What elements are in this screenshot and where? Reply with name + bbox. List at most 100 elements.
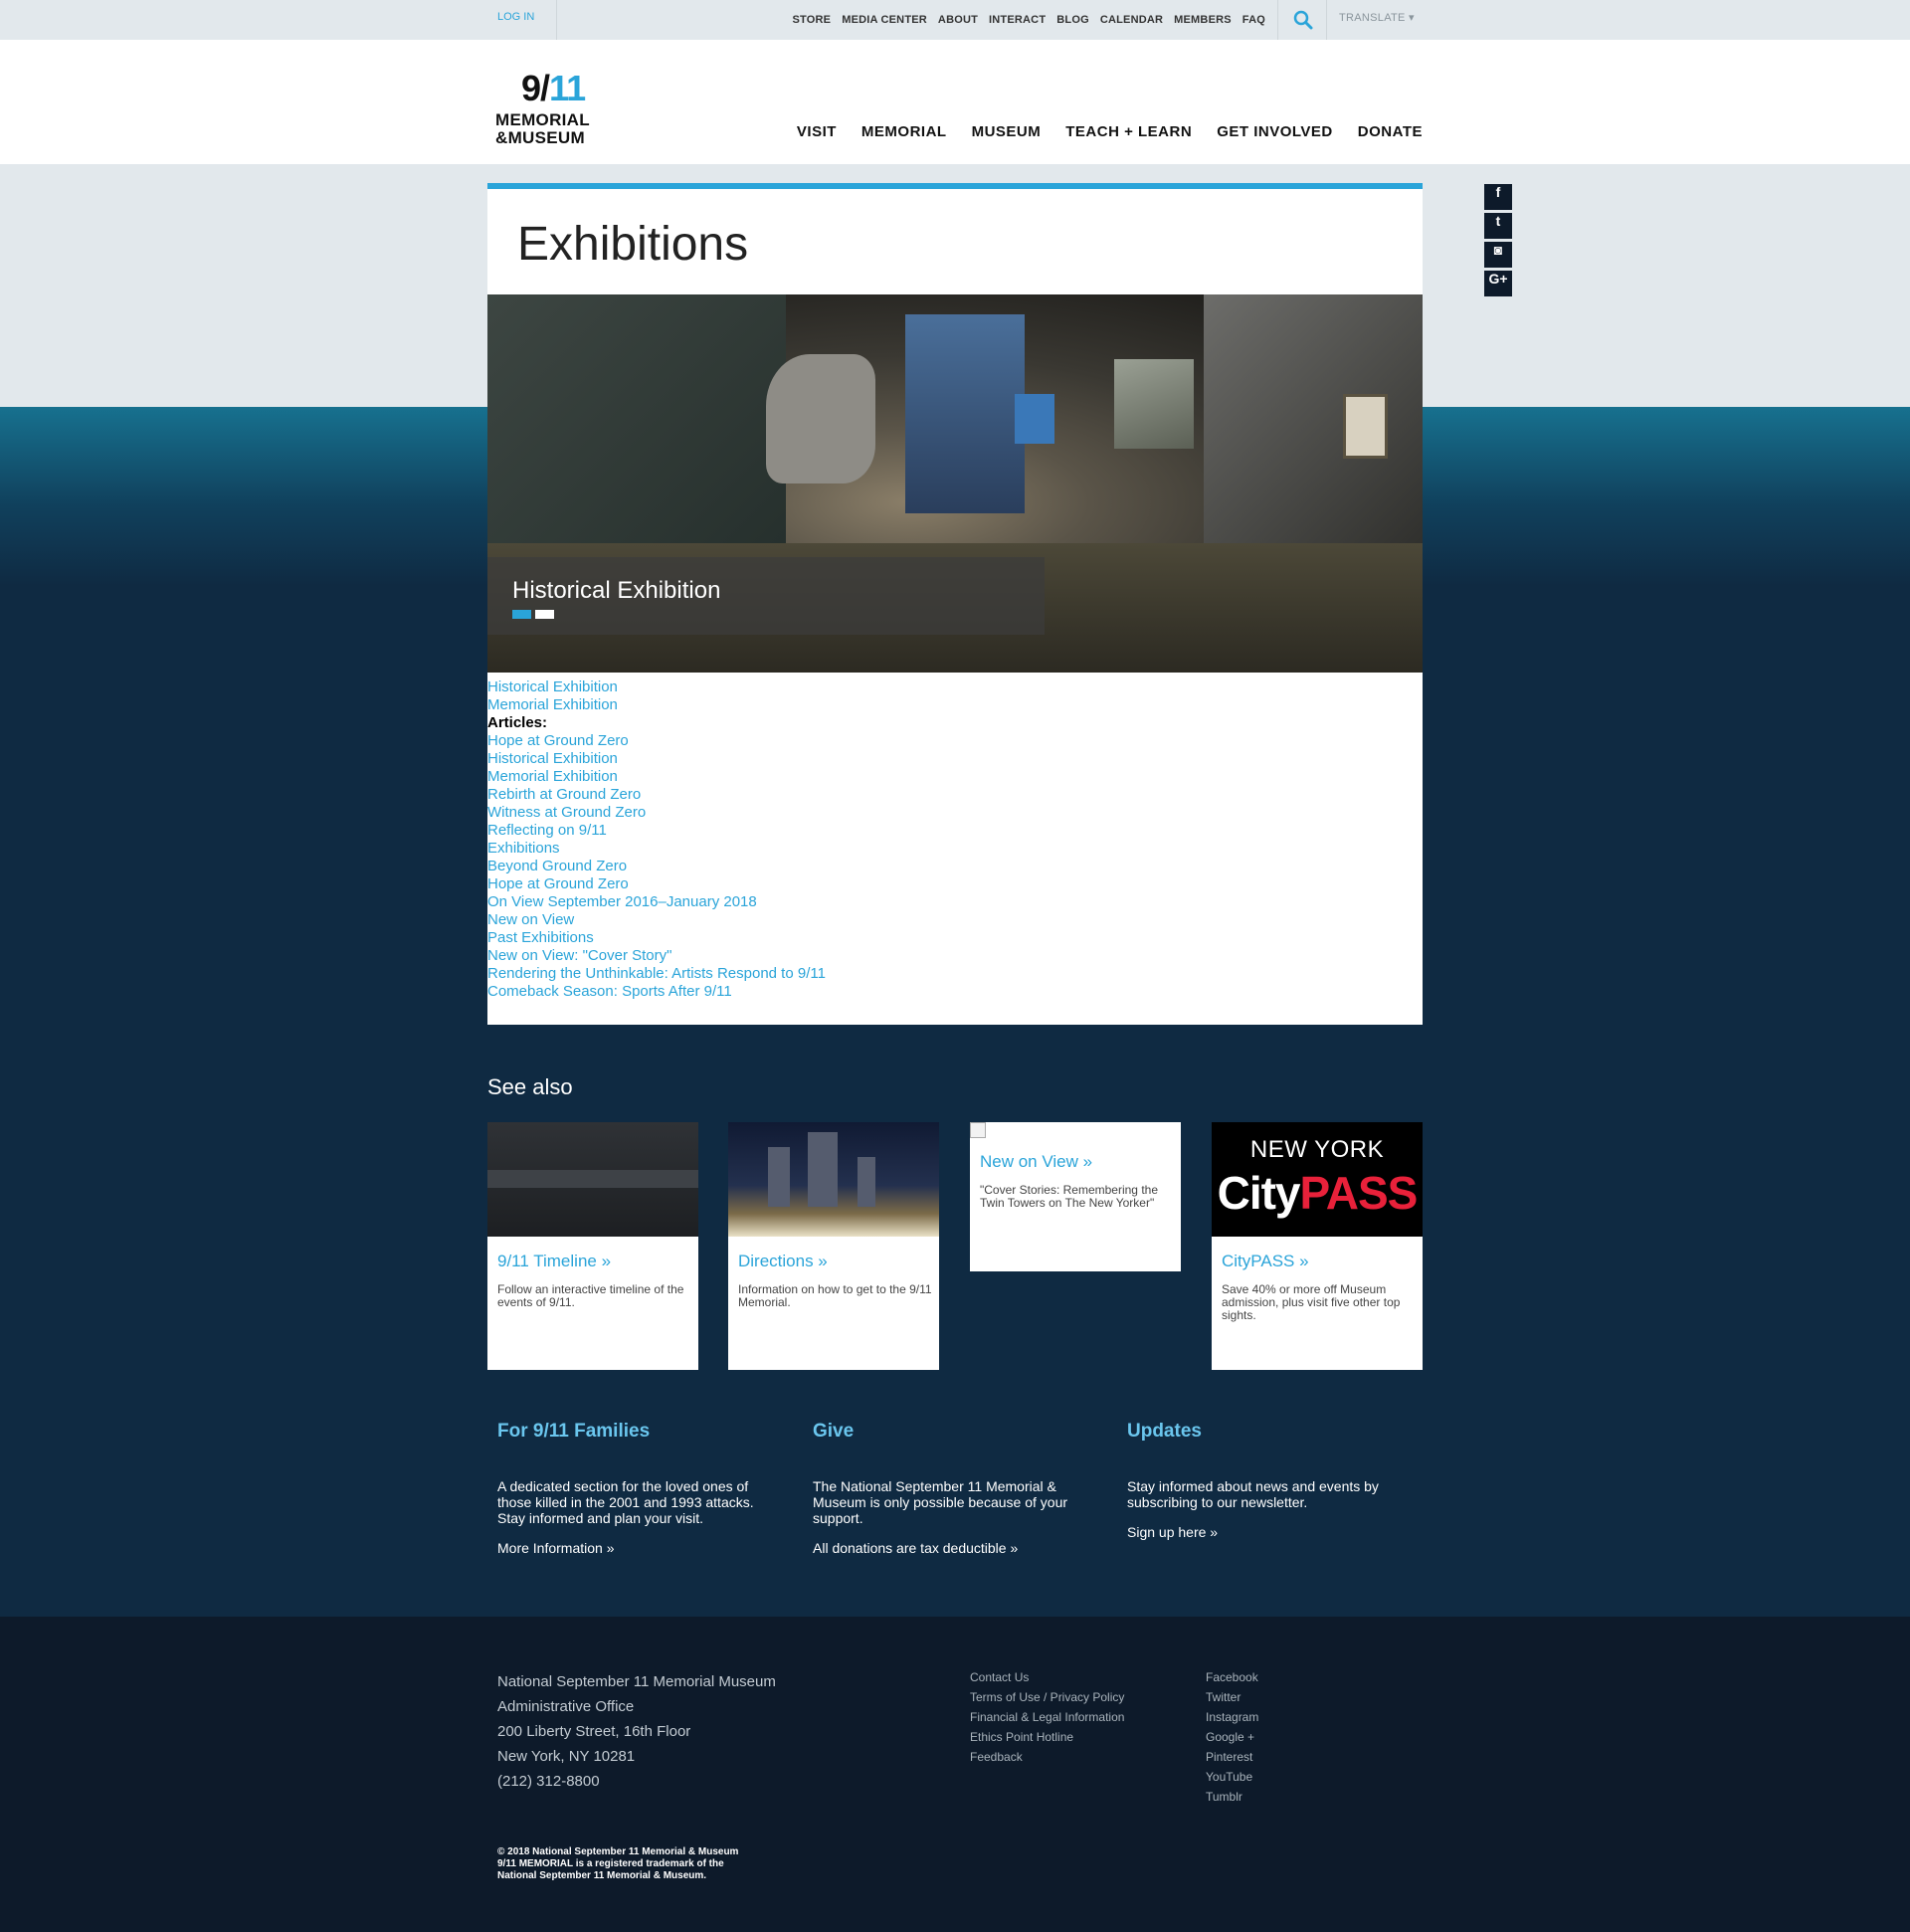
families-section: For 9/11 Families A dedicated section fo…: [497, 1421, 776, 1556]
list-item[interactable]: Rebirth at Ground Zero: [487, 786, 826, 804]
main-nav: VISIT MEMORIAL MUSEUM TEACH + LEARN GET …: [772, 123, 1423, 140]
hero-caption-title[interactable]: Historical Exhibition: [512, 577, 720, 605]
nav-memorial[interactable]: MEMORIAL: [861, 123, 947, 140]
address-line: 200 Liberty Street, 16th Floor: [497, 1723, 691, 1740]
footer-link-twitter[interactable]: Twitter: [1206, 1687, 1258, 1707]
utility-bar: LOG IN STORE MEDIA CENTER ABOUT INTERACT…: [0, 0, 1910, 40]
list-item[interactable]: Memorial Exhibition: [487, 696, 826, 714]
util-link-store[interactable]: STORE: [793, 14, 832, 26]
footer-link-instagram[interactable]: Instagram: [1206, 1707, 1258, 1727]
building-shape: [768, 1147, 790, 1207]
footer-link[interactable]: Ethics Point Hotline: [970, 1727, 1124, 1747]
facebook-icon[interactable]: f: [1484, 184, 1512, 210]
exhibition-links: Historical Exhibition Memorial Exhibitio…: [487, 678, 826, 1001]
logo-911: 9/11: [521, 68, 586, 109]
tile-description: Follow an interactive timeline of the ev…: [497, 1282, 684, 1309]
footer-links-info: Contact Us Terms of Use / Privacy Policy…: [970, 1667, 1124, 1767]
list-item[interactable]: Beyond Ground Zero: [487, 858, 826, 875]
directions-thumbnail: [728, 1122, 939, 1237]
tile-directions[interactable]: Directions » Information on how to get t…: [728, 1122, 939, 1370]
hero-slideshow[interactable]: Historical Exhibition: [487, 294, 1423, 673]
list-item[interactable]: Reflecting on 9/11: [487, 822, 826, 840]
tile-description: Save 40% or more off Museum admission, p…: [1222, 1282, 1401, 1322]
list-item[interactable]: Past Exhibitions: [487, 929, 826, 947]
util-link-calendar[interactable]: CALENDAR: [1100, 14, 1163, 26]
slide-dot[interactable]: [535, 610, 554, 619]
site-header: 9/11 MEMORIAL &MUSEUM VISIT MEMORIAL MUS…: [0, 40, 1910, 164]
copyright-line: National September 11 Memorial & Museum.: [497, 1870, 707, 1881]
give-section: Give The National September 11 Memorial …: [813, 1421, 1091, 1556]
hero-wall-right: [1204, 294, 1423, 553]
list-item[interactable]: Comeback Season: Sports After 9/11: [487, 983, 826, 1001]
search-icon: [1293, 10, 1313, 30]
footer-address: National September 11 Memorial Museum Ad…: [497, 1669, 776, 1794]
footer-links-social: Facebook Twitter Instagram Google + Pint…: [1206, 1667, 1258, 1807]
footer-link[interactable]: Feedback: [970, 1747, 1124, 1767]
section-title: Updates: [1127, 1421, 1202, 1442]
tile-description: Information on how to get to the 9/11 Me…: [738, 1282, 932, 1309]
donations-link[interactable]: All donations are tax deductible »: [813, 1540, 1091, 1556]
hero-artifact: [766, 354, 875, 483]
list-item[interactable]: Rendering the Unthinkable: Artists Respo…: [487, 965, 826, 983]
citypass-new-york: NEW YORK: [1249, 1136, 1385, 1163]
slide-dot-active[interactable]: [512, 610, 531, 619]
articles-heading: Articles:: [487, 714, 548, 731]
list-item[interactable]: New on View: [487, 911, 826, 929]
footer-link-facebook[interactable]: Facebook: [1206, 1667, 1258, 1687]
tile-title[interactable]: 9/11 Timeline »: [497, 1252, 611, 1271]
util-link-blog[interactable]: BLOG: [1056, 14, 1089, 26]
list-item[interactable]: On View September 2016–January 2018: [487, 893, 826, 911]
tile-title[interactable]: New on View »: [980, 1152, 1092, 1172]
nav-donate[interactable]: DONATE: [1358, 123, 1423, 140]
tile-new-on-view[interactable]: New on View » "Cover Stories: Rememberin…: [970, 1122, 1181, 1271]
google-plus-icon[interactable]: G+: [1484, 271, 1512, 296]
footer-link-youtube[interactable]: YouTube: [1206, 1767, 1258, 1787]
footer-link[interactable]: Terms of Use / Privacy Policy: [970, 1687, 1124, 1707]
tile-title[interactable]: CityPASS »: [1222, 1252, 1309, 1271]
list-item[interactable]: Historical Exhibition: [487, 750, 826, 768]
list-item[interactable]: Witness at Ground Zero: [487, 804, 826, 822]
translate-dropdown[interactable]: TRANSLATE ▾: [1339, 0, 1415, 40]
footer-link-tumblr[interactable]: Tumblr: [1206, 1787, 1258, 1807]
util-link-faq[interactable]: FAQ: [1242, 14, 1265, 26]
hero-photo: [1114, 359, 1194, 449]
site-logo[interactable]: 9/11 MEMORIAL &MUSEUM: [495, 68, 617, 147]
tile-timeline[interactable]: 9/11 Timeline » Follow an interactive ti…: [487, 1122, 698, 1370]
section-title: For 9/11 Families: [497, 1421, 651, 1442]
hero-frame: [1343, 394, 1388, 459]
signup-link[interactable]: Sign up here »: [1127, 1524, 1406, 1540]
footer-link-google-plus[interactable]: Google +: [1206, 1727, 1258, 1747]
util-link-members[interactable]: MEMBERS: [1174, 14, 1232, 26]
list-item[interactable]: Exhibitions: [487, 840, 826, 858]
search-button[interactable]: [1277, 0, 1327, 40]
updates-section: Updates Stay informed about news and eve…: [1127, 1421, 1406, 1540]
instagram-icon[interactable]: ◙: [1484, 242, 1512, 268]
nav-visit[interactable]: VISIT: [797, 123, 837, 140]
content-card: Exhibitions Historical Exhibition Histor…: [487, 183, 1423, 1025]
tile-citypass[interactable]: NEW YORK CityPASS CityPASS » Save 40% or…: [1212, 1122, 1423, 1370]
login-link[interactable]: LOG IN: [487, 0, 557, 40]
twitter-icon[interactable]: t: [1484, 213, 1512, 239]
nav-teach-learn[interactable]: TEACH + LEARN: [1065, 123, 1192, 140]
hero-projection: [905, 314, 1025, 513]
nav-museum[interactable]: MUSEUM: [972, 123, 1042, 140]
tile-title[interactable]: Directions »: [738, 1252, 828, 1271]
list-item[interactable]: Hope at Ground Zero: [487, 875, 826, 893]
logo-11: 11: [549, 68, 586, 108]
more-information-link[interactable]: More Information »: [497, 1540, 776, 1556]
logo-memorial: MEMORIAL: [495, 110, 590, 129]
citypass-logo: NEW YORK CityPASS: [1212, 1122, 1423, 1237]
nav-get-involved[interactable]: GET INVOLVED: [1217, 123, 1333, 140]
footer-link[interactable]: Contact Us: [970, 1667, 1124, 1687]
building-shape: [808, 1132, 838, 1207]
footer-link[interactable]: Financial & Legal Information: [970, 1707, 1124, 1727]
list-item[interactable]: Historical Exhibition: [487, 678, 826, 696]
citypass-pass: PASS: [1299, 1167, 1419, 1219]
list-item[interactable]: New on View: "Cover Story": [487, 947, 826, 965]
footer-link-pinterest[interactable]: Pinterest: [1206, 1747, 1258, 1767]
list-item[interactable]: Hope at Ground Zero: [487, 732, 826, 750]
list-item[interactable]: Memorial Exhibition: [487, 768, 826, 786]
util-link-interact[interactable]: INTERACT: [989, 14, 1046, 26]
util-link-media-center[interactable]: MEDIA CENTER: [842, 14, 927, 26]
util-link-about[interactable]: ABOUT: [938, 14, 978, 26]
